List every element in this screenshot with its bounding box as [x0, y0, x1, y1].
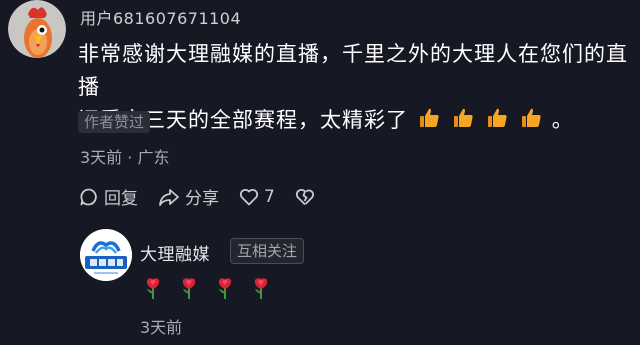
like-count: 7 — [264, 186, 275, 207]
broken-heart-icon — [295, 188, 314, 205]
share-icon — [159, 188, 179, 206]
rose-icon — [180, 276, 198, 300]
dislike-button[interactable] — [295, 188, 320, 206]
dali-media-logo — [80, 229, 132, 281]
share-label: 分享 — [185, 189, 219, 209]
reply-time: 3天前 — [140, 318, 183, 337]
reply-avatar[interactable] — [80, 229, 132, 281]
comment-text-end: 。 — [551, 108, 574, 132]
thumbs-up-icon — [520, 106, 544, 130]
reply-button[interactable]: 回复 — [79, 184, 138, 209]
thumbs-up-icon — [486, 106, 510, 130]
heart-icon — [239, 188, 259, 205]
thumbs-up-icon — [452, 106, 476, 130]
comment-text: 非常感谢大理融媒的直播，千里之外的大理人在您们的直播 间看完三天的全部赛程，太精… — [78, 38, 638, 137]
rose-icon — [144, 276, 162, 300]
comment-time-location: 3天前 · 广东 — [80, 148, 170, 167]
reply-text — [144, 276, 288, 300]
reply-icon — [80, 188, 97, 205]
reply-username[interactable]: 大理融媒 — [140, 240, 210, 265]
like-button[interactable]: 7 — [239, 187, 275, 207]
comment-text-line1: 非常感谢大理融媒的直播，千里之外的大理人在您们的直播 — [78, 42, 628, 99]
author-liked-badge: 作者赞过 — [78, 111, 151, 133]
rose-icon — [216, 276, 234, 300]
rose-icon — [252, 276, 270, 300]
mutual-follow-badge: 互相关注 — [230, 238, 305, 264]
reply-label: 回复 — [104, 189, 138, 209]
comment-actions: 回复 分享 7 — [79, 184, 340, 209]
thumbs-up-icon — [418, 106, 442, 130]
user-avatar[interactable] — [8, 0, 66, 58]
comment-username[interactable]: 用户681607671104 — [80, 5, 241, 29]
share-button[interactable]: 分享 — [158, 184, 219, 209]
